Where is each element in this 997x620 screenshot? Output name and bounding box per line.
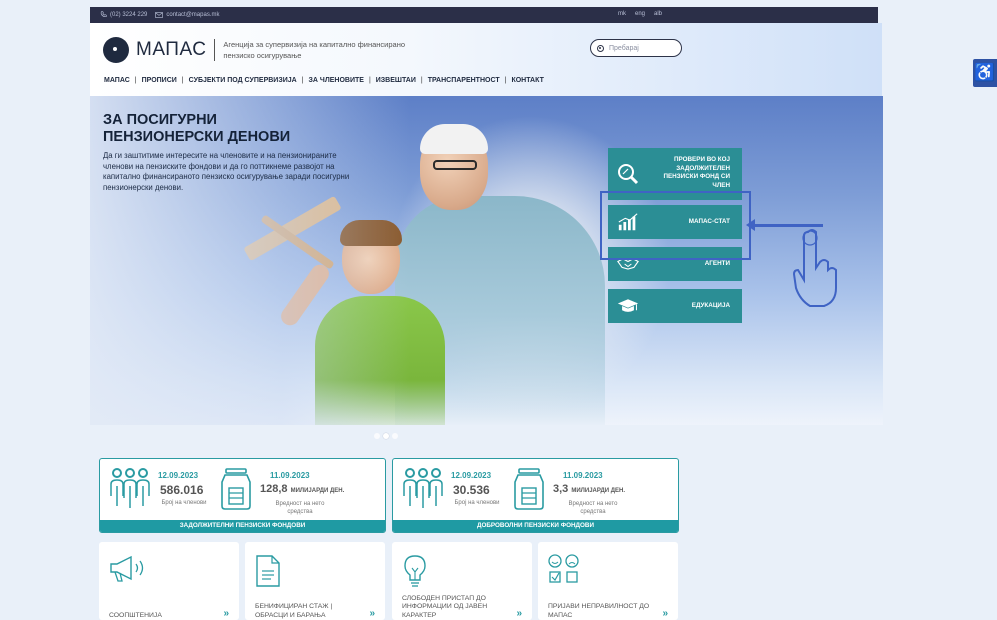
people-icon bbox=[110, 468, 150, 508]
contact-info: (02) 3224 229 contact@mapas.mk bbox=[100, 11, 219, 18]
hero-banner: ЗА ПОСИГУРНИ ПЕНЗИОНЕРСКИ ДЕНОВИ Да ги з… bbox=[90, 96, 883, 425]
hero-title: ЗА ПОСИГУРНИ ПЕНЗИОНЕРСКИ ДЕНОВИ bbox=[103, 112, 291, 145]
card-agents-label: АГЕНТИ bbox=[704, 259, 730, 267]
logo-tagline: Агенција за супервизија на капитално фин… bbox=[223, 40, 406, 60]
assets-date: 11.09.2023 bbox=[270, 471, 310, 480]
main-nav: МАПАС | ПРОПИСИ | СУБЈЕКТИ ПОД СУПЕРВИЗИЈА… bbox=[103, 77, 544, 84]
money-jar-icon bbox=[514, 468, 544, 510]
assets-label: Вредност на нето средства bbox=[275, 501, 325, 515]
stat-panel-mandatory[interactable]: 12.09.2023 586.016 Број на членови 11.09… bbox=[99, 458, 386, 533]
members-count: 30.536 bbox=[453, 483, 490, 497]
pointing-hand-icon bbox=[792, 229, 837, 307]
chevron-right-icon: » bbox=[516, 608, 522, 619]
nav-item-kontakt[interactable]: КОНТАКТ bbox=[510, 77, 544, 84]
assets-value: 3,3 МИЛИЈАРДИ ДЕН. bbox=[553, 483, 626, 495]
email-contact[interactable]: contact@mapas.mk bbox=[155, 12, 219, 18]
assets-date: 11.09.2023 bbox=[563, 471, 603, 480]
stat-panel-title: ЗАДОЛЖИТЕЛНИ ПЕНЗИСКИ ФОНДОВИ bbox=[100, 520, 385, 532]
search-input[interactable]: Пребарај bbox=[590, 39, 682, 57]
phone-number: (02) 3224 229 bbox=[110, 11, 148, 18]
document-icon bbox=[256, 555, 280, 587]
assets-label: Вредност на нето средства bbox=[568, 501, 618, 515]
lang-alb[interactable]: alb bbox=[654, 11, 662, 17]
tile-announcements[interactable]: СООПШТЕНИЈА » bbox=[99, 542, 239, 620]
logo-divider bbox=[214, 39, 216, 61]
megaphone-icon bbox=[110, 555, 144, 582]
money-jar-icon bbox=[221, 468, 251, 510]
hero-text: Да ги заштитиме интересите на членовите … bbox=[103, 151, 350, 192]
lang-mk[interactable]: mk bbox=[618, 11, 626, 17]
phone-contact[interactable]: (02) 3224 229 bbox=[100, 11, 147, 18]
phone-icon bbox=[100, 11, 107, 18]
assets-value: 128,8 МИЛИЈАРДИ ДЕН. bbox=[260, 483, 345, 495]
members-label: Број на членови bbox=[161, 500, 207, 506]
search-placeholder: Пребарај bbox=[609, 44, 639, 52]
tile-announcements-label: СООПШТЕНИЈА bbox=[109, 611, 162, 619]
chevron-right-icon: » bbox=[223, 608, 229, 619]
stat-panel-title: ДОБРОВОЛНИ ПЕНЗИСКИ ФОНДОВИ bbox=[393, 520, 678, 532]
hero-grandfather-hair bbox=[420, 124, 488, 154]
tile-free-access-info-label: СЛОБОДЕН ПРИСТАП ДО ИНФОРМАЦИИ ОД ЈАВЕН … bbox=[402, 594, 488, 619]
logo-eye-icon bbox=[103, 37, 129, 63]
site-logo[interactable]: МАПАС Агенција за супервизија на капитал… bbox=[103, 37, 423, 63]
email-address: contact@mapas.mk bbox=[166, 11, 220, 18]
accessibility-icon: ♿ bbox=[974, 63, 996, 82]
chevron-right-icon: » bbox=[662, 608, 668, 619]
slider-dot-2[interactable] bbox=[383, 433, 389, 439]
stat-panel-voluntary[interactable]: 12.09.2023 30.536 Број на членови 11.09.… bbox=[392, 458, 679, 533]
slider-pagination bbox=[374, 433, 398, 439]
language-switcher: mk eng alb bbox=[618, 11, 662, 17]
graduation-cap-icon bbox=[617, 295, 639, 317]
accessibility-button[interactable]: ♿ bbox=[973, 59, 997, 87]
card-check-fund-label: ПРОВЕРИ ВО КОЈ ЗАДОЛЖИТЕЛЕН ПЕНЗИСКИ ФОН… bbox=[663, 156, 730, 189]
card-education-label: ЕДУКАЦИЈА bbox=[691, 301, 730, 309]
people-icon bbox=[403, 468, 443, 508]
nav-item-za-clenovite[interactable]: ЗА ЧЛЕНОВИТЕ bbox=[308, 77, 365, 84]
lightbulb-icon bbox=[404, 555, 426, 587]
pointer-arrow-icon bbox=[746, 219, 823, 231]
members-date: 12.09.2023 bbox=[158, 471, 199, 480]
tile-benefit-service-label: БЕНИФИЦИРАН СТАЖ | ОБРАСЦИ И БАРАЊА bbox=[255, 603, 333, 619]
nav-item-transparentnost[interactable]: ТРАНСПАРЕНТНОСТ bbox=[427, 77, 501, 84]
mapas-stat-highlight-frame bbox=[600, 191, 751, 260]
top-bar: (02) 3224 229 contact@mapas.mk mk eng al… bbox=[90, 7, 878, 23]
lang-eng[interactable]: eng bbox=[635, 11, 645, 17]
slider-dot-3[interactable] bbox=[392, 433, 398, 439]
tile-free-access-info[interactable]: СЛОБОДЕН ПРИСТАП ДО ИНФОРМАЦИИ ОД ЈАВЕН … bbox=[392, 542, 532, 620]
nav-item-subjekti[interactable]: СУБЈЕКТИ ПОД СУПЕРВИЗИЈА bbox=[188, 77, 298, 84]
nav-item-mapas[interactable]: МАПАС bbox=[103, 77, 131, 84]
search-icon bbox=[617, 163, 639, 185]
tile-report-irregularity-label: ПРИЈАВИ НЕПРАВИЛНОСТ ДО МАПАС bbox=[548, 603, 650, 619]
members-date: 12.09.2023 bbox=[451, 471, 492, 480]
mail-icon bbox=[155, 11, 164, 18]
feedback-faces-icon bbox=[548, 554, 579, 583]
tile-report-irregularity[interactable]: ПРИЈАВИ НЕПРАВИЛНОСТ ДО МАПАС » bbox=[538, 542, 678, 620]
members-label: Број на членови bbox=[454, 500, 500, 506]
tile-benefit-service[interactable]: БЕНИФИЦИРАН СТАЖ | ОБРАСЦИ И БАРАЊА » bbox=[245, 542, 385, 620]
search-icon bbox=[597, 44, 604, 52]
slider-dot-1[interactable] bbox=[374, 433, 380, 439]
site-header: МАПАС Агенција за супервизија на капитал… bbox=[90, 23, 882, 96]
chevron-right-icon: » bbox=[369, 608, 375, 619]
card-education[interactable]: ЕДУКАЦИЈА bbox=[608, 289, 742, 323]
logo-name: МАПАС bbox=[136, 39, 207, 60]
hero-glasses bbox=[433, 160, 477, 170]
nav-item-izvestai[interactable]: ИЗВЕШТАИ bbox=[375, 77, 417, 84]
members-count: 586.016 bbox=[160, 483, 204, 497]
nav-item-propisi[interactable]: ПРОПИСИ bbox=[141, 77, 178, 84]
